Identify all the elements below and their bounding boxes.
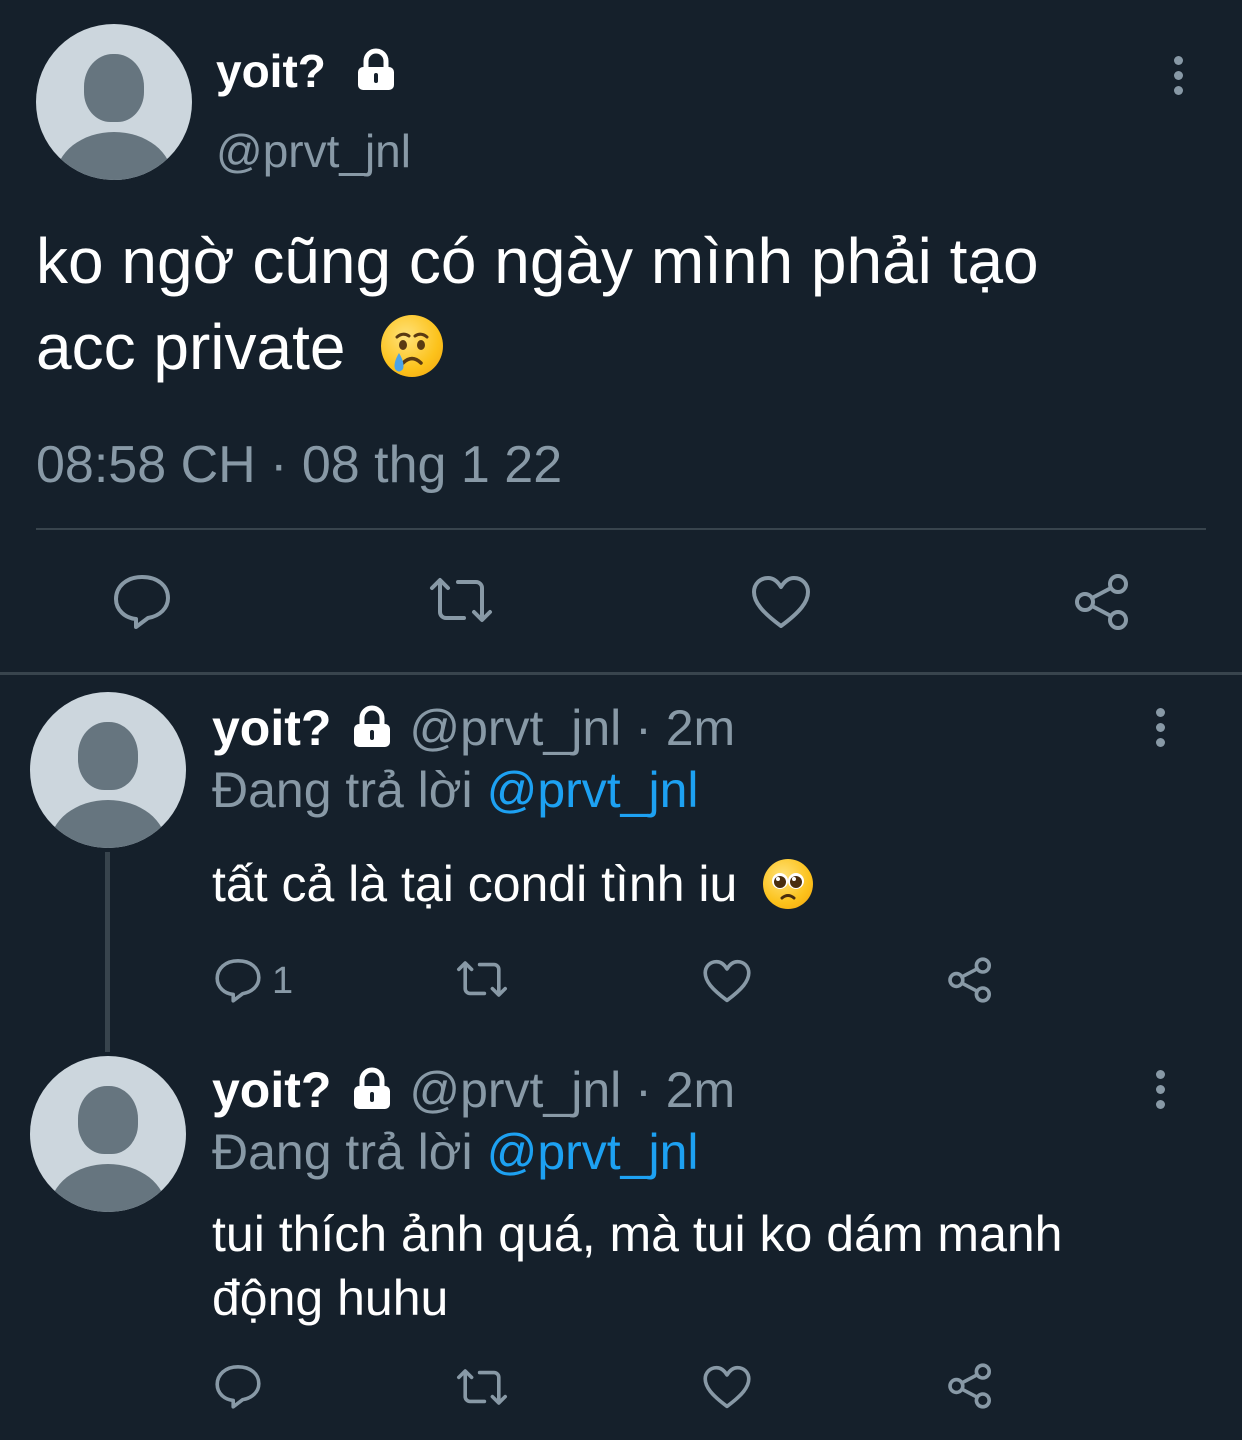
tweet-text-line-2-text: acc private <box>36 311 346 383</box>
thread-line <box>105 852 110 1052</box>
tweet-text-line-1: tất cả là tại condi tình iu <box>212 856 738 912</box>
crying-face-icon <box>381 315 444 378</box>
handle-and-time[interactable]: @prvt_jnl · 2m <box>409 1062 735 1118</box>
reply-count: 1 <box>272 960 294 1002</box>
like-icon[interactable] <box>702 958 752 1004</box>
replying-to-link[interactable]: @prvt_jnl <box>487 1124 699 1180</box>
share-icon[interactable] <box>946 956 994 1004</box>
tweet-text-line-1: ko ngờ cũng có ngày mình phải tạo <box>36 225 1039 297</box>
replying-to-label: Đang trả lời <box>212 1124 487 1180</box>
divider <box>36 528 1206 530</box>
reply-header: yoit? @prvt_jnl · 2m <box>212 1058 735 1122</box>
display-name[interactable]: yoit? <box>212 1062 331 1118</box>
like-icon[interactable] <box>750 574 812 630</box>
replying-to: Đang trả lời @prvt_jnl <box>212 1120 699 1184</box>
display-name[interactable]: yoit? <box>216 40 326 102</box>
like-icon[interactable] <box>702 1364 752 1410</box>
retweet-icon[interactable] <box>454 958 510 1000</box>
tweet-text: tất cả là tại condi tình iu <box>212 852 814 916</box>
handle[interactable]: @prvt_jnl <box>216 120 411 182</box>
avatar[interactable] <box>30 1056 186 1212</box>
avatar[interactable] <box>36 24 192 180</box>
retweet-icon[interactable] <box>426 574 496 626</box>
tweet-text-line-1: tui thích ảnh quá, mà tui ko dám manh <box>212 1206 1063 1262</box>
pleading-face-icon <box>763 858 814 909</box>
share-icon[interactable] <box>946 1362 994 1410</box>
handle-and-time[interactable]: @prvt_jnl · 2m <box>409 700 735 756</box>
display-name[interactable]: yoit? <box>212 700 331 756</box>
reply-icon[interactable] <box>214 1362 262 1410</box>
tweet-text-line-2: acc private <box>36 306 444 388</box>
tweet-text-line-2: động huhu <box>212 1270 449 1326</box>
reply-icon[interactable] <box>112 572 172 630</box>
section-divider <box>0 672 1242 675</box>
retweet-icon[interactable] <box>454 1366 510 1408</box>
share-icon[interactable] <box>1072 572 1132 632</box>
more-options-icon[interactable] <box>1156 708 1165 753</box>
reply-header: yoit? @prvt_jnl · 2m <box>212 696 735 760</box>
more-options-icon[interactable] <box>1174 56 1183 101</box>
lock-icon <box>355 48 397 92</box>
replying-to-link[interactable]: @prvt_jnl <box>487 762 699 818</box>
lock-icon <box>351 1067 393 1111</box>
replying-to-label: Đang trả lời <box>212 762 487 818</box>
more-options-icon[interactable] <box>1156 1070 1165 1115</box>
reply-icon[interactable] <box>214 956 262 1004</box>
replying-to: Đang trả lời @prvt_jnl <box>212 758 699 822</box>
timestamp[interactable]: 08:58 CH · 08 thg 1 22 <box>36 432 562 498</box>
avatar[interactable] <box>30 692 186 848</box>
lock-icon <box>351 705 393 749</box>
